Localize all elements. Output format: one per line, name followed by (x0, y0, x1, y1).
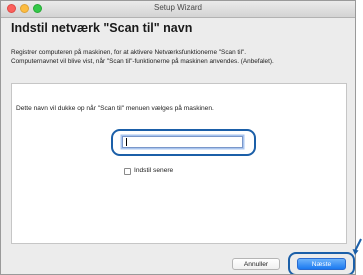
page-description: Registrer computeren på maskinen, for at… (11, 48, 355, 66)
set-later-checkbox[interactable] (124, 168, 131, 175)
cancel-button[interactable]: Annuller (232, 258, 280, 270)
title-bar: Setup Wizard (1, 1, 355, 18)
next-button-highlight (288, 252, 355, 274)
name-field-label: Dette navn vil dukke op når "Scan til" m… (16, 105, 214, 112)
pointer-arrow-icon (352, 238, 362, 255)
description-line-2: Computernavnet vil blive vist, når "Scan… (11, 58, 274, 65)
page-heading: Indstil netværk "Scan til" navn (11, 21, 193, 35)
set-later-label: Indstil senere (134, 167, 174, 174)
description-line-1: Registrer computeren på maskinen, for at… (11, 49, 247, 56)
text-caret (126, 138, 127, 146)
window-title: Setup Wizard (153, 3, 203, 12)
setup-wizard-window: Setup Wizard Indstil netværk "Scan til" … (0, 0, 356, 275)
computer-name-input[interactable] (122, 136, 243, 148)
